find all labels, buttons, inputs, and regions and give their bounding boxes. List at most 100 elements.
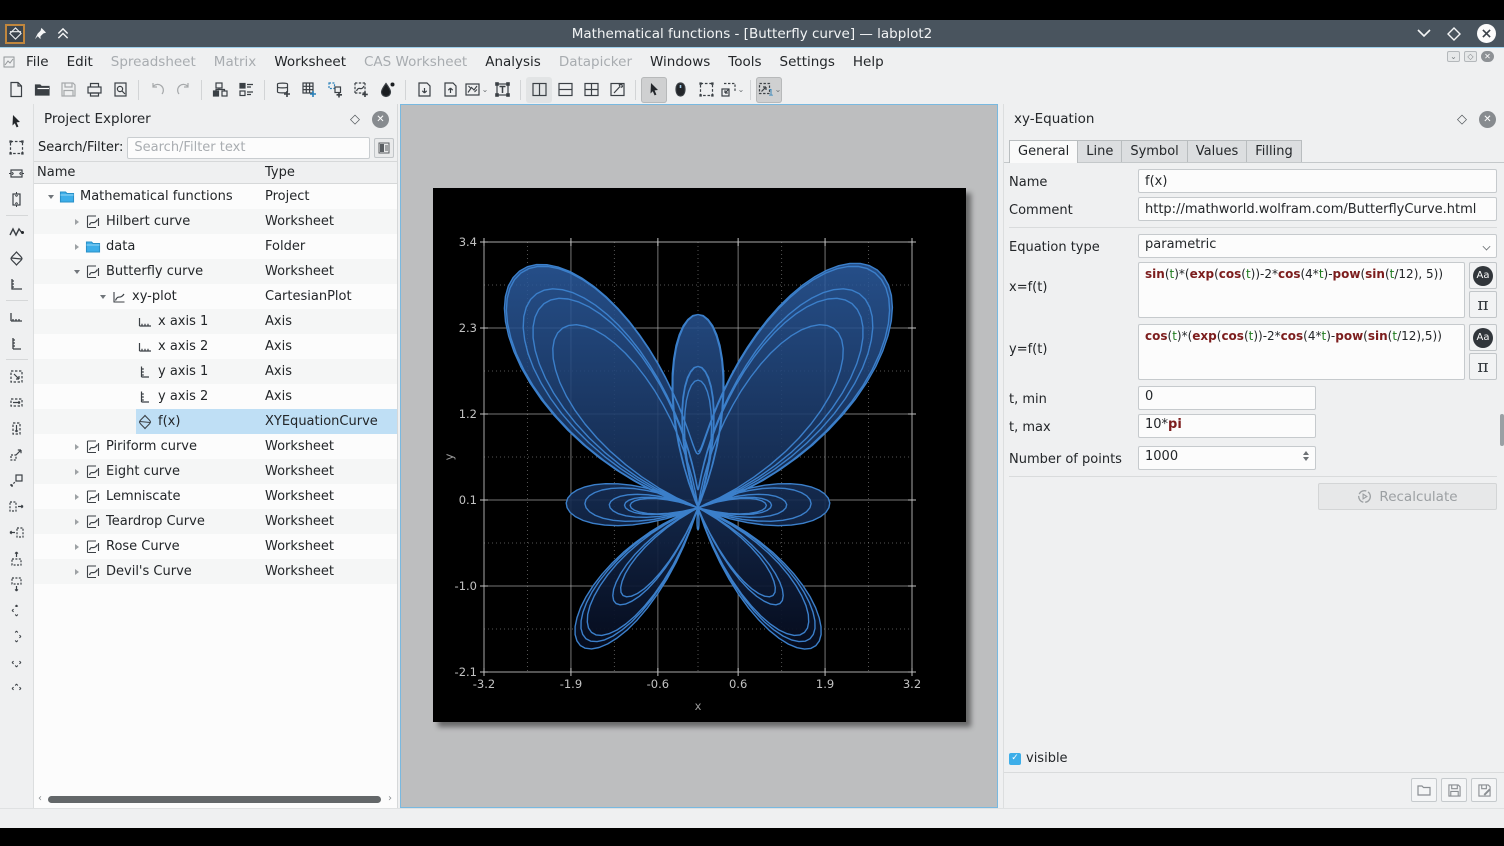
expander-open-icon[interactable] [70, 270, 84, 274]
worksheet-view[interactable]: -3.2-1.9-0.60.61.93.23.42.31.20.1-1.0-2.… [400, 104, 998, 808]
zoom-select-button[interactable]: ⌄ [719, 77, 745, 103]
zoom-select-y-button[interactable] [5, 416, 29, 440]
color-theme-drop-button[interactable] [374, 77, 400, 103]
scroll-left-arrow[interactable]: ‹ [38, 793, 42, 804]
expander-closed-icon[interactable] [70, 544, 84, 550]
layout-horizontal-button[interactable] [552, 77, 578, 103]
equation-type-select[interactable]: parametric [1138, 234, 1497, 258]
tab-values[interactable]: Values [1187, 140, 1247, 163]
dock-scrollbar-thumb[interactable] [1500, 414, 1504, 446]
select-region-button[interactable] [5, 135, 29, 159]
shift-left-x-button[interactable] [5, 598, 29, 622]
search-input[interactable] [127, 137, 370, 159]
new-workbook-button[interactable] [322, 77, 348, 103]
tree-row-data[interactable]: dataFolder [34, 234, 397, 259]
x-equation-field[interactable]: sin(t)*(exp(cos(t))-2*cos(4*t)-pow(sin(t… [1138, 262, 1465, 318]
x-functions-button[interactable]: π [1469, 291, 1497, 318]
zoom-select-region-button[interactable] [5, 364, 29, 388]
menu-worksheet[interactable]: Worksheet [265, 49, 355, 75]
layout-vertical-button[interactable] [526, 77, 552, 103]
new-document-button[interactable] [3, 77, 29, 103]
mdi-minimize-icon[interactable]: ⌄ [1447, 51, 1460, 62]
tmin-field[interactable]: 0 [1138, 386, 1316, 410]
expander-open-icon[interactable] [96, 295, 110, 299]
app-icon[interactable] [5, 24, 25, 44]
new-spreadsheet-button[interactable] [270, 77, 296, 103]
tab-symbol[interactable]: Symbol [1121, 140, 1187, 163]
tree-row-y-axis-2[interactable]: y axis 2Axis [34, 384, 397, 409]
tab-general[interactable]: General [1009, 140, 1078, 163]
tree-row-teardrop-curve[interactable]: Teardrop CurveWorksheet [34, 509, 397, 534]
butterfly-plot[interactable]: -3.2-1.9-0.60.61.93.23.42.31.20.1-1.0-2.… [433, 188, 966, 722]
print-button[interactable] [81, 77, 107, 103]
expander-closed-icon[interactable] [70, 219, 84, 225]
horizontal-scrollbar[interactable]: ‹ › [34, 794, 397, 806]
expander-closed-icon[interactable] [70, 494, 84, 500]
close-icon[interactable] [1477, 24, 1496, 43]
menu-file[interactable]: File [17, 49, 58, 75]
menu-analysis[interactable]: Analysis [476, 49, 550, 75]
select-region-button[interactable] [693, 77, 719, 103]
mdi-restore-icon[interactable]: ◇ [1464, 51, 1477, 62]
tree-row-hilbert-curve[interactable]: Hilbert curveWorksheet [34, 209, 397, 234]
menu-settings[interactable]: Settings [771, 49, 844, 75]
filter-options-button[interactable] [374, 138, 394, 158]
plot-page[interactable]: -3.2-1.9-0.60.61.93.23.42.31.20.1-1.0-2.… [433, 188, 966, 722]
tree-row-y-axis-1[interactable]: y axis 1Axis [34, 359, 397, 384]
comment-field[interactable] [1138, 197, 1497, 221]
menu-tools[interactable]: Tools [719, 49, 770, 75]
tree-row-eight-curve[interactable]: Eight curveWorksheet [34, 459, 397, 484]
tree-row-lemniscate[interactable]: LemniscateWorksheet [34, 484, 397, 509]
tree-row-x-axis-2[interactable]: x axis 2Axis [34, 334, 397, 359]
shift-right-x-button[interactable] [5, 624, 29, 648]
new-worksheet-button[interactable] [348, 77, 374, 103]
mdi-close-icon[interactable]: ✕ [1481, 51, 1494, 62]
float-dock-icon[interactable]: ◇ [1457, 112, 1467, 127]
tree-row-piriform-curve[interactable]: Piriform curveWorksheet [34, 434, 397, 459]
minimize-icon[interactable] [1417, 29, 1431, 38]
y-constants-button[interactable]: Aa [1469, 324, 1497, 351]
add-y-axis-button[interactable] [5, 331, 29, 355]
maximize-icon[interactable] [1447, 27, 1461, 41]
tab-line[interactable]: Line [1077, 140, 1122, 163]
zoom-out-region-button[interactable] [5, 442, 29, 466]
layout-edit-button[interactable] [604, 77, 630, 103]
zoom-in-region-button[interactable] [5, 468, 29, 492]
pin-icon[interactable] [34, 27, 47, 40]
spinner-arrows-icon[interactable] [1303, 451, 1309, 461]
export-data-button[interactable] [437, 77, 463, 103]
tree-row-rose-curve[interactable]: Rose CurveWorksheet [34, 534, 397, 559]
shift-up-y-button[interactable] [5, 650, 29, 674]
save-function-button[interactable] [1441, 778, 1467, 802]
tree-row-f-x-[interactable]: f(x)XYEquationCurve [34, 409, 397, 434]
close-dock-icon[interactable]: ✕ [1479, 111, 1496, 128]
zoom-select-x-button[interactable] [5, 390, 29, 414]
select-cursor-button[interactable] [641, 77, 667, 103]
column-header-type[interactable]: Type [265, 165, 295, 180]
visible-checkbox[interactable]: ✓ [1009, 753, 1021, 765]
import-data-button[interactable] [411, 77, 437, 103]
save-as-function-button[interactable] [1471, 778, 1497, 802]
add-x-axis-button[interactable] [5, 305, 29, 329]
expander-closed-icon[interactable] [70, 244, 84, 250]
export-worksheet-button[interactable]: ⌄ [463, 77, 489, 103]
open-folder-button[interactable] [29, 77, 55, 103]
tree-row-mathematical-functions[interactable]: Mathematical functionsProject [34, 184, 397, 209]
select-cursor-button[interactable] [5, 109, 29, 133]
shift-right-box-button[interactable] [5, 494, 29, 518]
float-panel-icon[interactable]: ◇ [350, 112, 360, 127]
expander-closed-icon[interactable] [70, 519, 84, 525]
new-workbook-list-button[interactable] [233, 77, 259, 103]
expander-closed-icon[interactable] [70, 469, 84, 475]
tree-column-header[interactable]: Name Type [34, 161, 397, 184]
layout-grid-button[interactable] [578, 77, 604, 103]
tree-row-x-axis-1[interactable]: x axis 1Axis [34, 309, 397, 334]
shift-left-box-button[interactable] [5, 520, 29, 544]
add-axis-button[interactable] [5, 272, 29, 296]
y-functions-button[interactable]: π [1469, 353, 1497, 380]
expander-closed-icon[interactable] [70, 569, 84, 575]
tree-row-devil-s-curve[interactable]: Devil's CurveWorksheet [34, 559, 397, 584]
recalculate-button[interactable]: Recalculate [1318, 483, 1497, 510]
scroll-right-arrow[interactable]: › [388, 793, 392, 804]
npoints-spinner[interactable]: 1000 [1138, 446, 1316, 470]
